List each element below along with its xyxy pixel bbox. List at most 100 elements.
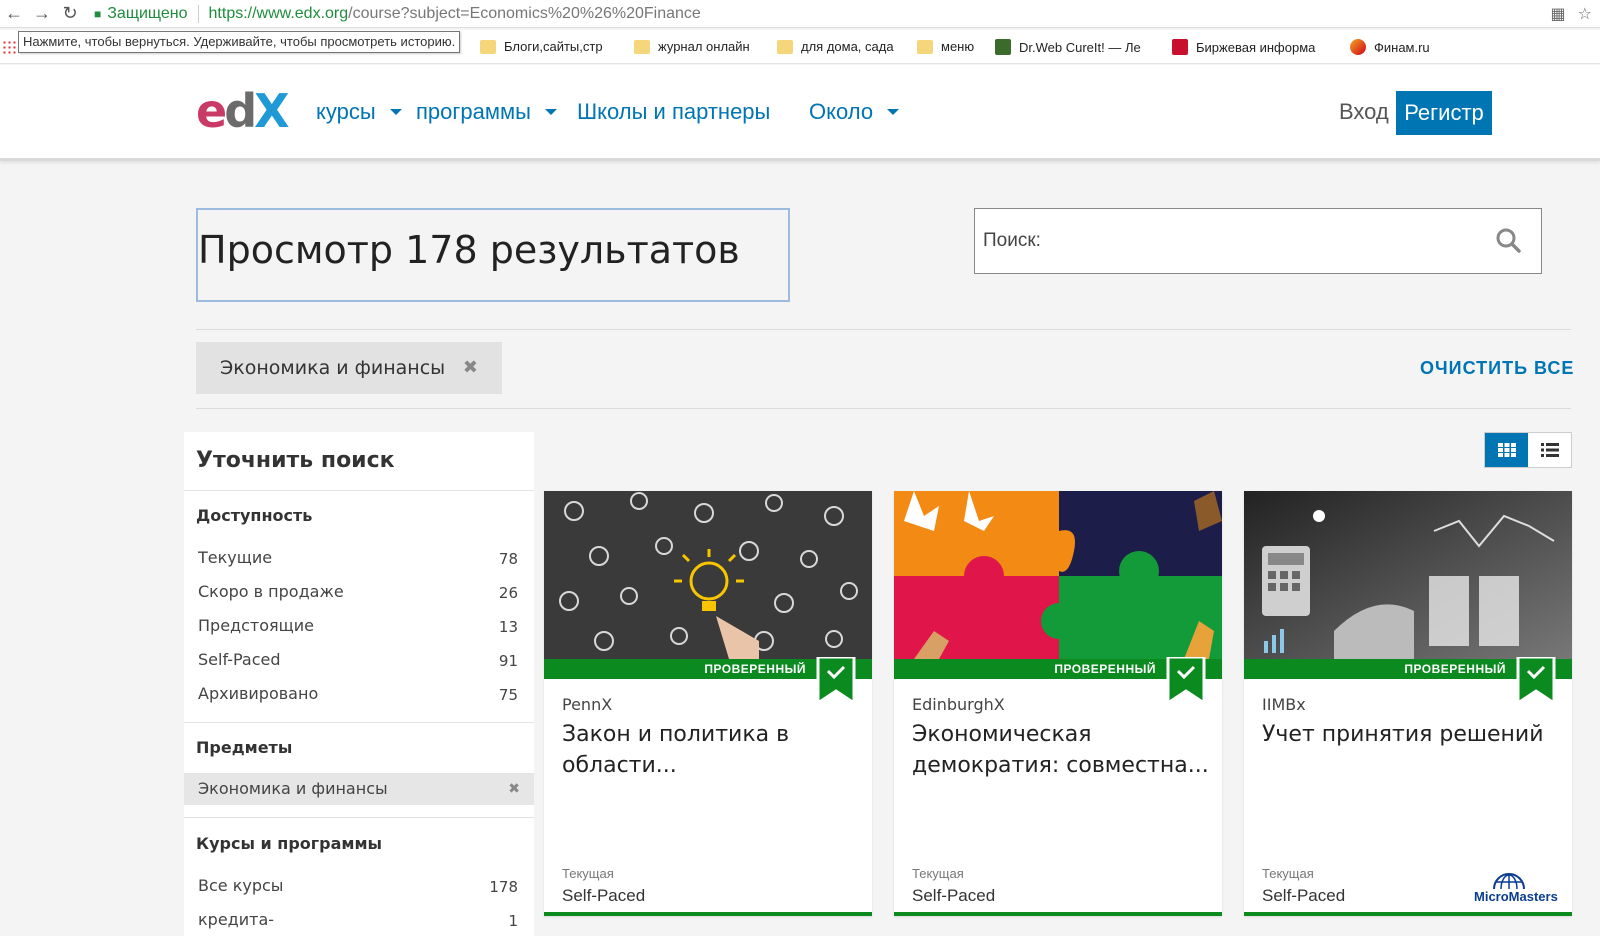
browser-url-bar: ← → ↻ ■ Защищено https://www.edx.org/cou… xyxy=(0,0,1600,28)
bookmark-item[interactable]: Блоги,сайты,стр xyxy=(480,39,603,54)
nav-courses[interactable]: курсы xyxy=(316,99,402,125)
filter-item-archived[interactable]: Архивировано 75 xyxy=(198,684,518,704)
filter-count: 178 xyxy=(489,878,518,896)
bookmark-label: Биржевая информа xyxy=(1196,39,1316,55)
lock-icon: ■ xyxy=(94,6,102,21)
filter-label: кредита- xyxy=(198,910,275,929)
course-image[interactable] xyxy=(894,491,1222,659)
nav-programs[interactable]: программы xyxy=(416,99,557,125)
search-icon[interactable] xyxy=(1495,227,1521,253)
clear-all-link[interactable]: ОЧИСТИТЬ ВСЕ xyxy=(1420,358,1574,379)
course-status: Текущая xyxy=(1262,866,1314,881)
logo-x: X xyxy=(254,84,290,138)
course-card[interactable]: ПРОВЕРЕННЫЙ IIMBx Учет принятия решений … xyxy=(1244,491,1572,916)
secure-label: Защищено xyxy=(107,4,188,22)
url-path: /course?subject=Economics%20%26%20Financ… xyxy=(348,4,701,22)
course-card[interactable]: ПРОВЕРЕННЫЙ PennX Закон и политика в обл… xyxy=(544,491,872,916)
course-image[interactable] xyxy=(1244,491,1572,659)
course-org: EdinburghX xyxy=(912,695,1005,714)
micromasters-label: MicroMasters xyxy=(1474,889,1558,904)
filter-label: Архивировано xyxy=(198,684,319,703)
close-icon[interactable]: ✖ xyxy=(508,781,520,797)
sidebar-title: Уточнить поиск xyxy=(196,448,395,473)
subject-label: Экономика и финансы xyxy=(198,779,388,798)
results-title: Просмотр 178 результатов xyxy=(198,228,740,272)
filter-item-all-courses[interactable]: Все курсы 178 xyxy=(198,876,518,896)
logo-e: e xyxy=(196,84,227,138)
url-separator xyxy=(197,4,199,23)
bookmark-star-icon[interactable]: ☆ xyxy=(1578,4,1592,24)
course-pace: Self-Paced xyxy=(562,886,646,905)
filter-count: 78 xyxy=(498,550,518,568)
logo-d: d xyxy=(224,84,257,138)
bookmark-item[interactable]: для дома, сада xyxy=(777,39,894,54)
filter-label: Предстоящие xyxy=(198,616,314,635)
back-button-tooltip: Нажмите, чтобы вернуться. Удерживайте, ч… xyxy=(18,31,461,53)
course-card[interactable]: ПРОВЕРЕННЫЙ EdinburghX Экономическая дем… xyxy=(894,491,1222,916)
active-filter-chip[interactable]: Экономика и финансы ✖ xyxy=(196,342,502,394)
apps-icon[interactable] xyxy=(2,39,16,54)
bookmark-label: Dr.Web CureIt! — Ле xyxy=(1019,39,1141,55)
verified-ribbon-icon xyxy=(1166,657,1206,705)
translate-icon[interactable]: ▦ xyxy=(1551,4,1566,24)
forward-icon[interactable]: → xyxy=(28,0,56,28)
filter-label: Текущие xyxy=(198,548,273,567)
grid-icon xyxy=(1497,443,1516,457)
site-header: edX курсы программы Школы и партнеры Око… xyxy=(0,65,1600,161)
verified-ribbon-icon xyxy=(1516,657,1556,705)
edx-logo[interactable]: edX xyxy=(196,88,290,134)
course-org: IIMBx xyxy=(1262,695,1306,714)
subject-selected[interactable]: Экономика и финансы ✖ xyxy=(184,773,534,805)
verified-ribbon-icon xyxy=(816,657,856,705)
back-icon[interactable]: ← xyxy=(0,0,28,28)
grid-view-button[interactable] xyxy=(1485,433,1528,467)
course-status: Текущая xyxy=(562,866,614,881)
folder-icon xyxy=(634,39,650,54)
subjects-heading: Предметы xyxy=(196,738,293,757)
course-title[interactable]: Учет принятия решений xyxy=(1262,719,1562,750)
bookmark-item[interactable]: Финам.ru xyxy=(1350,39,1430,55)
close-icon[interactable]: ✖ xyxy=(463,357,478,378)
url-domain: https://www.edx.org xyxy=(208,4,349,22)
programs-heading: Курсы и программы xyxy=(196,834,382,853)
filter-label: Все курсы xyxy=(198,876,284,895)
course-pace: Self-Paced xyxy=(1262,886,1346,905)
nav-label: Около xyxy=(809,99,874,124)
filter-item-upcoming[interactable]: Предстоящие 13 xyxy=(198,616,518,636)
filter-item-current[interactable]: Текущие 78 xyxy=(198,548,518,568)
verified-label: ПРОВЕРЕННЫЙ xyxy=(1404,662,1506,676)
list-icon xyxy=(1540,443,1559,457)
course-title[interactable]: Закон и политика в области... xyxy=(562,719,862,781)
register-button[interactable]: Регистр xyxy=(1396,91,1492,135)
nav-label: программы xyxy=(416,99,531,124)
chevron-down-icon xyxy=(389,109,402,115)
filter-item-credit[interactable]: кредита- 1 xyxy=(198,910,518,930)
browser-right-icons: ▦ ☆ xyxy=(1551,4,1592,24)
bookmark-item[interactable]: Dr.Web CureIt! — Ле xyxy=(995,39,1141,55)
nav-schools-partners[interactable]: Школы и партнеры xyxy=(577,99,770,125)
micromasters-badge: MicroMasters xyxy=(1470,871,1564,905)
bookmark-item[interactable]: меню xyxy=(917,39,974,54)
filter-label: Self-Paced xyxy=(198,650,281,669)
login-link[interactable]: Вход xyxy=(1339,99,1389,125)
bookmark-item[interactable]: Биржевая информа xyxy=(1172,39,1315,55)
search-input[interactable]: Поиск: xyxy=(974,208,1542,274)
divider xyxy=(184,490,534,491)
bookmark-label: для дома, сада xyxy=(801,39,894,54)
reload-icon[interactable]: ↻ xyxy=(56,0,84,28)
bookmark-item[interactable]: журнал онлайн xyxy=(634,39,750,54)
folder-icon xyxy=(777,39,793,54)
filter-item-self-paced[interactable]: Self-Paced 91 xyxy=(198,650,518,670)
course-image[interactable] xyxy=(544,491,872,659)
finam-icon xyxy=(1350,39,1366,55)
course-title[interactable]: Экономическая демократия: совместна... xyxy=(912,719,1212,781)
filter-count: 26 xyxy=(498,584,518,602)
bookmark-label: журнал онлайн xyxy=(658,39,750,54)
url-text[interactable]: https://www.edx.org/course?subject=Econo… xyxy=(209,5,701,23)
divider xyxy=(196,329,1571,330)
nav-about[interactable]: Около xyxy=(809,99,900,125)
list-view-button[interactable] xyxy=(1528,433,1571,467)
filter-item-coming-soon[interactable]: Скоро в продаже 26 xyxy=(198,582,518,602)
filter-count: 75 xyxy=(498,686,518,704)
folder-icon xyxy=(917,39,933,54)
